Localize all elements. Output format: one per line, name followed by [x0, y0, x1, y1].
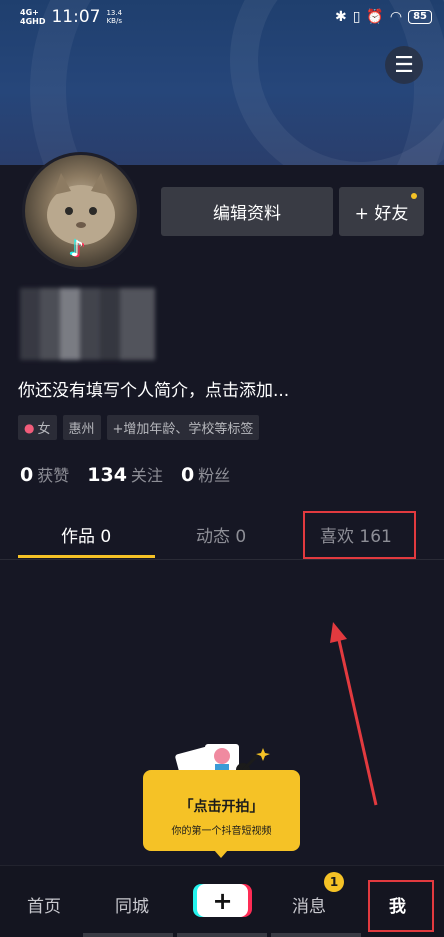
person-icon: ● [24, 420, 35, 435]
tag-location[interactable]: 惠州 [62, 415, 101, 440]
stat-likes[interactable]: 0 获赞 [20, 462, 69, 486]
clock: 11:07 [51, 7, 101, 27]
nav-messages[interactable]: 消息 [292, 892, 326, 917]
home-indicator-bar [177, 933, 267, 937]
popup-title: 「点击开拍」 [179, 799, 264, 815]
avatar[interactable]: ♪ [22, 152, 140, 270]
add-friend-button[interactable]: + 好友 [339, 187, 424, 236]
stat-followers[interactable]: 0 粉丝 [181, 462, 230, 486]
followers-label: 粉丝 [198, 466, 231, 485]
nav-home[interactable]: 首页 [27, 892, 61, 917]
bluetooth-icon: ✱ [334, 9, 347, 25]
home-indicator [0, 933, 444, 937]
tag-add-more-label: +增加年龄、学校等标签 [112, 422, 254, 437]
add-friend-label: + 好友 [354, 204, 409, 224]
tiktok-logo-icon: ♪ [70, 237, 85, 262]
tab-works[interactable]: 作品 0 [61, 522, 111, 547]
active-tab-indicator [18, 555, 155, 558]
stat-following[interactable]: 134 关注 [87, 462, 163, 486]
messages-badge: 1 [324, 872, 344, 892]
network-indicator: 4G+ 4GHD [20, 8, 45, 26]
notification-dot [411, 193, 417, 199]
following-count: 134 [87, 464, 127, 486]
create-video-button[interactable]: + [197, 884, 248, 917]
network-2-label: 4GHD [20, 17, 46, 26]
start-recording-popup[interactable]: 「点击开拍」 你的第一个抖音短视频 [143, 770, 300, 858]
profile-tags: ● 女 惠州 +增加年龄、学校等标签 [18, 415, 260, 440]
vibrate-icon: ▯ [352, 9, 361, 25]
speed-value: 13.4 [106, 9, 123, 17]
bio-text[interactable]: 你还没有填写个人简介，点击添加... [18, 376, 289, 401]
likes-label: 获赞 [37, 466, 70, 485]
network-speed: 13.4 KB/s [106, 9, 122, 25]
tag-gender[interactable]: ● 女 [18, 415, 57, 440]
speed-unit: KB/s [106, 17, 122, 25]
battery-icon: 85 [408, 10, 432, 24]
popup-pointer [214, 850, 228, 858]
edit-profile-button[interactable]: 编辑资料 [161, 187, 333, 236]
annotation-highlight-me [368, 880, 434, 932]
following-label: 关注 [130, 466, 163, 485]
annotation-highlight-likes [303, 511, 416, 559]
tag-location-label: 惠州 [68, 422, 95, 437]
nav-nearby[interactable]: 同城 [115, 892, 149, 917]
status-bar: 4G+ 4GHD 11:07 13.4 KB/s ✱ ▯ ⏰ ◠ 85 [0, 0, 444, 34]
likes-count: 0 [20, 464, 34, 486]
wifi-icon: ◠ [389, 9, 403, 25]
followers-count: 0 [180, 464, 195, 486]
menu-button[interactable]: ☰ [385, 46, 423, 84]
tag-gender-label: 女 [37, 422, 51, 437]
profile-stats: 0 获赞 134 关注 0 粉丝 [20, 462, 230, 486]
hamburger-icon: ☰ [394, 52, 414, 78]
tag-add-more[interactable]: +增加年龄、学校等标签 [106, 415, 260, 440]
home-indicator-bar [271, 933, 361, 937]
username-blurred [20, 288, 155, 360]
popup-subtitle: 你的第一个抖音短视频 [171, 826, 272, 837]
alarm-icon: ⏰ [366, 9, 384, 25]
home-indicator-bar [83, 933, 173, 937]
network-1-label: 4G+ [20, 8, 39, 17]
tab-dynamic[interactable]: 动态 0 [196, 522, 246, 547]
